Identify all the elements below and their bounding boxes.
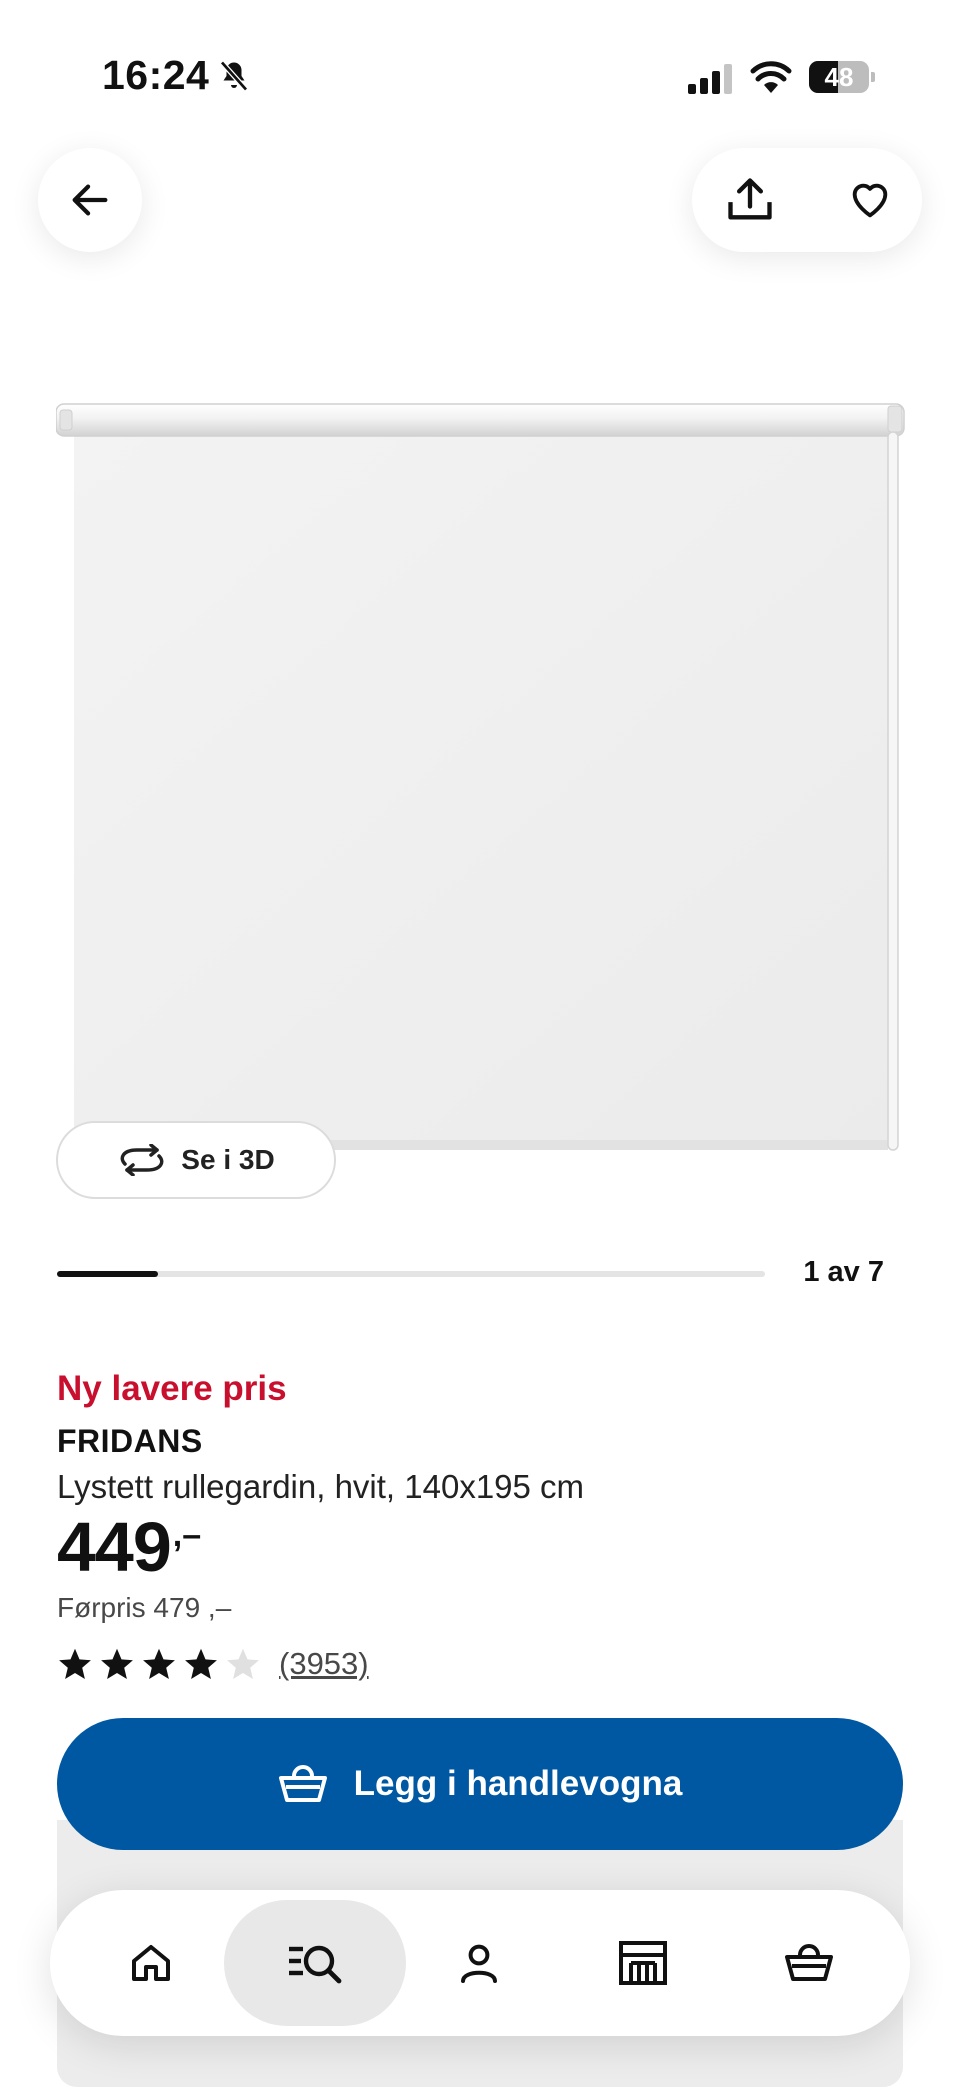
gallery-progress-fill — [57, 1271, 159, 1277]
nav-home[interactable] — [88, 1900, 214, 2026]
profile-icon — [461, 1944, 497, 1983]
status-time: 16:24 — [102, 52, 210, 98]
gallery-progress — [57, 1271, 765, 1277]
view-in-3d-button[interactable]: Se i 3D — [56, 1121, 336, 1199]
stores-icon — [619, 1941, 667, 1985]
wifi-icon — [750, 61, 792, 93]
nav-stores[interactable] — [580, 1900, 706, 2026]
nav-search[interactable] — [224, 1900, 406, 2026]
rating[interactable]: (3953) — [57, 1646, 369, 1682]
product-name: FRIDANS — [57, 1423, 203, 1459]
header-actions — [692, 148, 922, 252]
nav-profile[interactable] — [416, 1900, 542, 2026]
shopping-basket-icon — [278, 1765, 327, 1802]
status-bar: 16:24 48 — [0, 0, 960, 150]
search-icon — [289, 1945, 342, 1984]
battery-level: 48 — [824, 62, 854, 92]
add-to-cart-button[interactable]: Legg i handlevogna — [57, 1718, 903, 1850]
signal-icon — [688, 64, 732, 94]
review-count-link[interactable]: (3953) — [279, 1646, 369, 1682]
add-to-cart-label: Legg i handlevogna — [353, 1764, 683, 1803]
star-filled-icon — [101, 1648, 133, 1679]
price: 449 ,– — [57, 1512, 201, 1582]
star-filled-icon — [185, 1648, 217, 1679]
price-integer: 449 — [57, 1508, 172, 1586]
star-empty-icon — [227, 1648, 259, 1679]
previous-price: Førpris 479 ,– — [57, 1592, 232, 1623]
share-icon — [728, 178, 772, 220]
nav-cart[interactable] — [746, 1900, 872, 2026]
bottom-navigation — [50, 1890, 910, 2036]
rotate-3d-icon — [120, 1144, 164, 1176]
star-filled-icon — [143, 1648, 175, 1679]
star-filled-icon — [59, 1648, 91, 1679]
home-icon — [132, 1945, 170, 1981]
price-suffix: ,– — [172, 1516, 202, 1554]
bell-slash-icon — [220, 60, 248, 92]
rating-stars — [57, 1646, 267, 1682]
cart-icon — [785, 1944, 833, 1981]
favourite-button[interactable] — [840, 170, 900, 230]
gallery-counter: 1 av 7 — [803, 1256, 884, 1288]
product-description: Lystett rullegardin, hvit, 140x195 cm — [57, 1468, 585, 1505]
share-button[interactable] — [720, 170, 780, 230]
product-image[interactable] — [56, 400, 906, 1152]
arrow-left-icon — [72, 184, 108, 216]
promo-label: Ny lavere pris — [57, 1369, 287, 1408]
back-button[interactable] — [38, 148, 142, 252]
view-in-3d-label: Se i 3D — [181, 1144, 275, 1175]
heart-icon — [852, 183, 888, 218]
battery-icon: 48 — [809, 61, 875, 93]
